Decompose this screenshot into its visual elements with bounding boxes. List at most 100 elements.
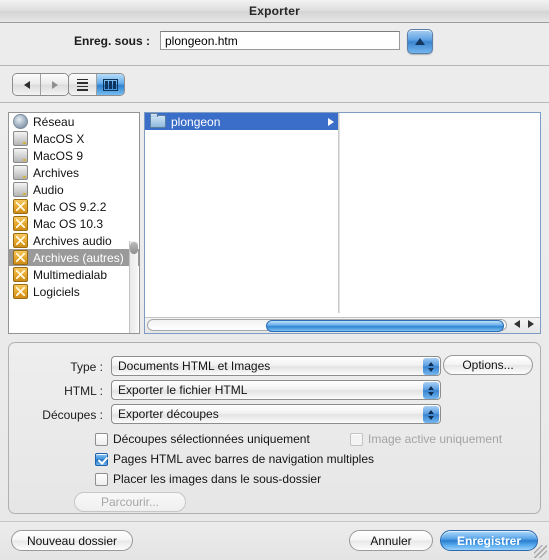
save-label: Enregistrer (456, 533, 522, 548)
network-globe-icon (13, 114, 28, 129)
expand-browser-button[interactable] (407, 29, 433, 54)
sidebar-item[interactable]: MacOS 9 (9, 147, 139, 164)
sidebar-item-label: Logiciels (33, 284, 80, 299)
slices-popup-button[interactable]: Exporter découpes (111, 404, 441, 424)
hard-disk-icon (13, 250, 28, 265)
places-sidebar[interactable]: Réseau MacOS X MacOS 9 Archives Audio Mac OS … (8, 112, 140, 334)
sidebar-item[interactable]: Archives (9, 164, 139, 181)
list-view-icon (77, 78, 88, 91)
type-popup-button[interactable]: Documents HTML et Images (111, 356, 441, 376)
hard-disk-icon (13, 199, 28, 214)
sidebar-item[interactable]: Logiciels (9, 283, 139, 300)
hard-disk-icon (13, 216, 28, 231)
checkbox-box[interactable] (95, 432, 108, 446)
checkbox-label: Image active uniquement (368, 432, 503, 446)
sidebar-item[interactable]: Mac OS 10.3 (9, 215, 139, 232)
window-title: Exporter (249, 4, 300, 18)
title-bar: Exporter (0, 0, 549, 23)
html-popup-button[interactable]: Exporter le fichier HTML (111, 380, 441, 400)
sidebar-item-label: MacOS X (33, 131, 85, 146)
hard-disk-icon (13, 284, 28, 299)
places-list: Réseau MacOS X MacOS 9 Archives Audio Mac OS … (9, 113, 139, 300)
sidebar-scrollbar-thumb[interactable] (130, 242, 138, 254)
sidebar-item-label: Archives (33, 165, 80, 180)
triangle-up-icon (415, 38, 425, 45)
checkbox-label: Découpes sélectionnées uniquement (113, 432, 310, 446)
browser-column-2[interactable] (339, 113, 540, 313)
checkbox-label: Placer les images dans le sous-dossier (113, 472, 322, 486)
checkbox-box[interactable] (350, 432, 363, 446)
stepper-icon (423, 358, 439, 375)
sidebar-item-label: Mac OS 9.2.2 (33, 199, 107, 214)
scroll-right-arrow-icon[interactable] (528, 320, 534, 328)
save-button[interactable]: Enregistrer (440, 530, 538, 551)
drive-icon (13, 131, 28, 146)
browse-button: Parcourir... (74, 492, 186, 512)
nav-button-group (12, 73, 69, 96)
export-dialog: Exporter Enreg. sous : plongeon.htm Rése… (0, 0, 549, 560)
slices-value: Exporter découpes (118, 407, 219, 421)
cancel-label: Annuler (370, 533, 412, 548)
sidebar-item-label: Archives (autres) (33, 250, 124, 265)
column-view-icon (103, 78, 118, 91)
checkbox-multi-navbar-pages[interactable]: Pages HTML avec barres de navigation mul… (95, 452, 374, 466)
disclosure-triangle-icon (328, 117, 334, 126)
html-value: Exporter le fichier HTML (118, 383, 248, 397)
horizontal-scrollbar[interactable] (145, 317, 540, 333)
browse-button-label: Parcourir... (100, 495, 160, 509)
sidebar-item[interactable]: Archives (autres) (9, 249, 139, 266)
column-browser: plongeon (144, 112, 541, 334)
sidebar-item[interactable]: Multimedialab (9, 266, 139, 283)
column-view-button[interactable] (96, 74, 124, 95)
cancel-button[interactable]: Annuler (349, 530, 433, 551)
scrollbar-track[interactable] (147, 319, 507, 332)
checkbox-selected-slices-only[interactable]: Découpes sélectionnées uniquement (95, 432, 310, 446)
hard-disk-icon (13, 267, 28, 282)
sidebar-item-label: Mac OS 10.3 (33, 216, 104, 231)
sidebar-item[interactable]: Archives audio (9, 232, 139, 249)
options-button-label: Options... (462, 358, 514, 372)
sidebar-item[interactable]: Mac OS 9.2.2 (9, 198, 139, 215)
checkbox-active-image-only[interactable]: Image active uniquement (350, 432, 502, 446)
browser-row-label: plongeon (171, 114, 221, 129)
sidebar-item-label: Archives audio (33, 233, 112, 248)
stepper-icon (423, 406, 439, 423)
checkbox-images-in-subfolder[interactable]: Placer les images dans le sous-dossier (95, 472, 321, 486)
browser-row[interactable]: plongeon (145, 113, 338, 130)
sidebar-item[interactable]: Réseau (9, 113, 139, 130)
drive-icon (13, 148, 28, 163)
new-folder-button[interactable]: Nouveau dossier (11, 530, 133, 551)
checkbox-box[interactable] (95, 452, 108, 466)
sidebar-scrollbar[interactable] (129, 241, 138, 333)
drive-icon (13, 182, 28, 197)
triangle-left-icon (23, 80, 30, 89)
browser-column-1[interactable]: plongeon (145, 113, 339, 313)
drive-icon (13, 165, 28, 180)
sidebar-item-label: Multimedialab (33, 267, 108, 282)
resize-grip[interactable] (534, 545, 547, 558)
hard-disk-icon (13, 233, 28, 248)
options-button[interactable]: Options... (443, 355, 533, 375)
scroll-left-arrow-icon[interactable] (514, 320, 520, 328)
html-label: HTML : (64, 384, 103, 398)
checkbox-box[interactable] (95, 472, 108, 486)
new-folder-label: Nouveau dossier (26, 533, 118, 548)
back-button[interactable] (13, 74, 40, 95)
sidebar-item[interactable]: MacOS X (9, 130, 139, 147)
triangle-right-icon (51, 80, 58, 89)
filename-row: Enreg. sous : (0, 23, 549, 66)
save-as-label: Enreg. sous : (74, 34, 151, 48)
view-mode-group (68, 73, 125, 96)
filename-input[interactable] (160, 31, 400, 50)
navigation-toolbar: plongeon (0, 66, 549, 171)
checkbox-label: Pages HTML avec barres de navigation mul… (113, 452, 375, 466)
forward-button[interactable] (40, 74, 68, 95)
list-view-button[interactable] (69, 74, 96, 95)
scrollbar-thumb[interactable] (266, 320, 504, 332)
type-label: Type : (70, 360, 103, 374)
sidebar-item[interactable]: Audio (9, 181, 139, 198)
file-browser: Réseau MacOS X MacOS 9 Archives Audio Mac OS … (8, 112, 541, 334)
sidebar-item-label: MacOS 9 (33, 148, 84, 163)
dialog-footer: Nouveau dossier Annuler Enregistrer (0, 521, 549, 560)
type-value: Documents HTML et Images (118, 359, 271, 373)
